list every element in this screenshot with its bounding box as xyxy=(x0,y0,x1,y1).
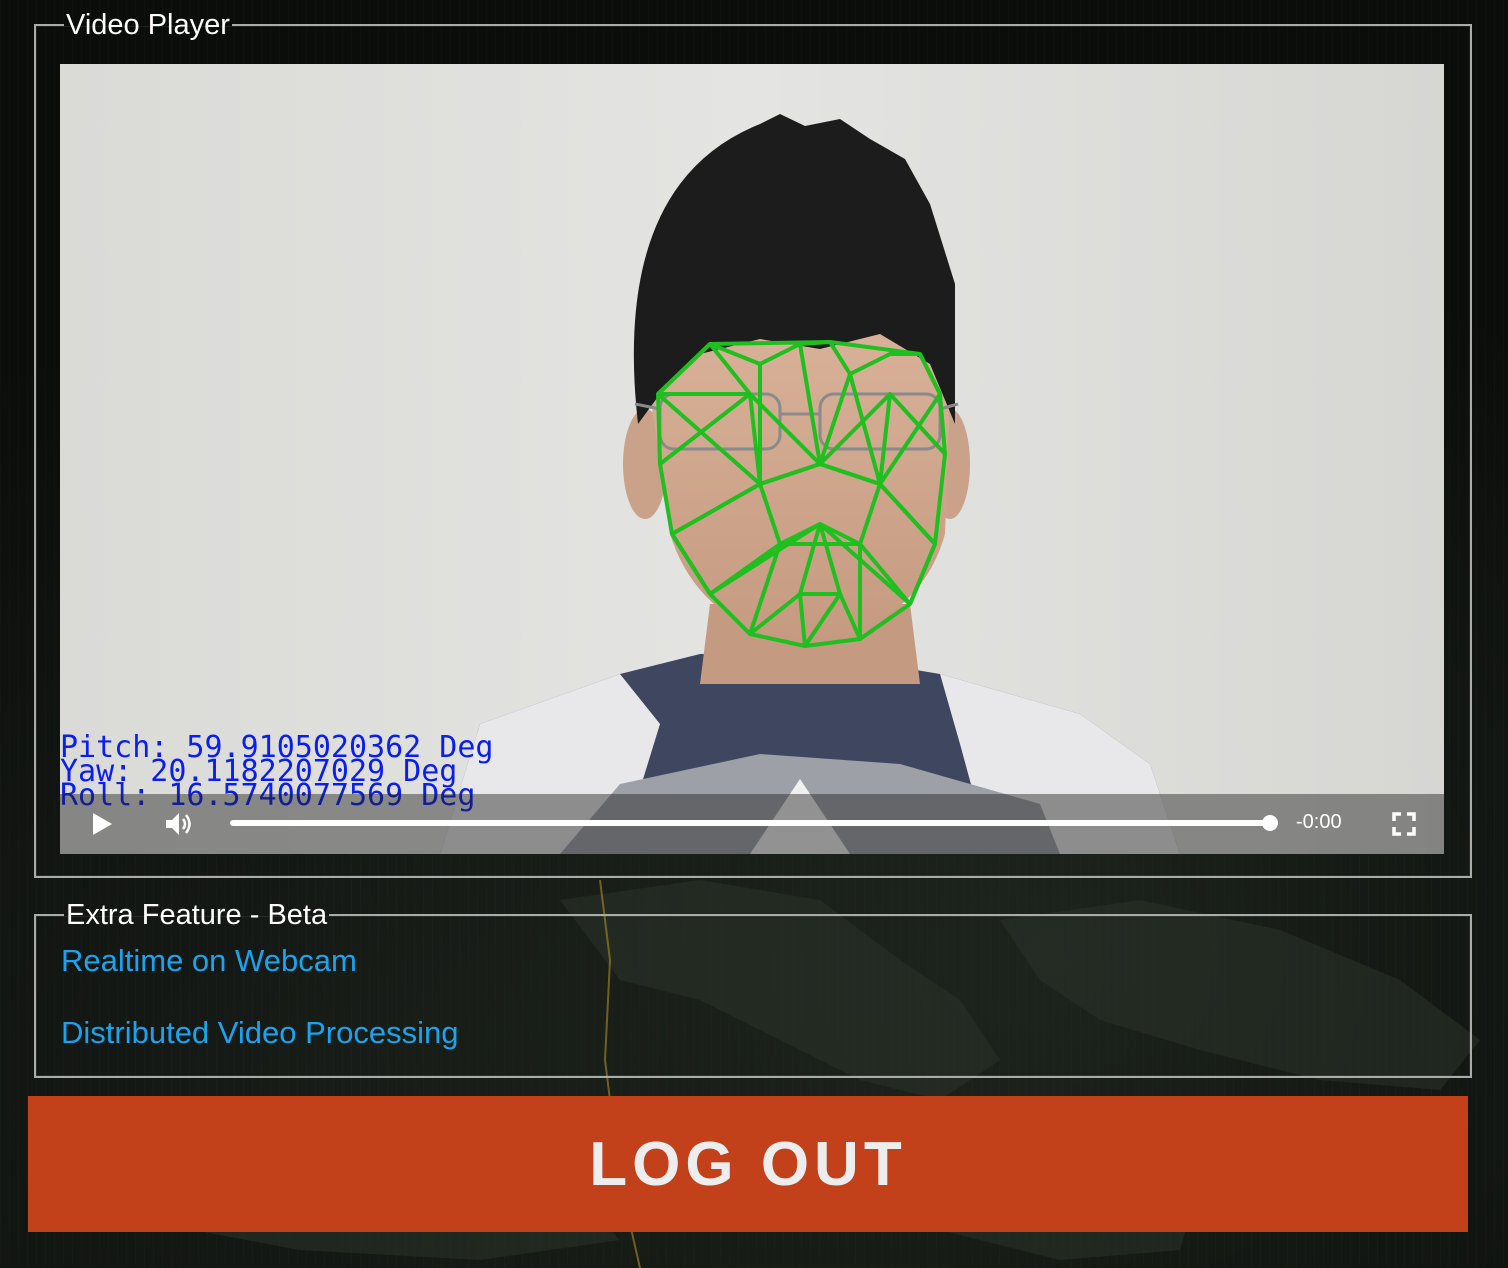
realtime-webcam-link[interactable]: Realtime on Webcam xyxy=(61,943,357,979)
play-icon xyxy=(93,813,112,835)
volume-button[interactable] xyxy=(164,808,196,840)
volume-icon xyxy=(166,813,191,835)
video-player-legend: Video Player xyxy=(66,9,230,41)
progress-bar[interactable] xyxy=(230,815,1278,831)
video-controls: -0:00 xyxy=(60,794,1444,854)
distributed-video-processing-link[interactable]: Distributed Video Processing xyxy=(61,1015,458,1051)
progress-thumb[interactable] xyxy=(1262,815,1278,831)
extra-feature-panel: Extra Feature - Beta xyxy=(34,900,1472,1078)
video-player[interactable]: Pitch: 59.9105020362 Deg Yaw: 20.1182207… xyxy=(60,64,1444,854)
fullscreen-button[interactable] xyxy=(1388,808,1420,840)
logout-button[interactable]: LOG OUT xyxy=(28,1096,1468,1232)
fullscreen-icon xyxy=(1392,812,1416,836)
extra-feature-legend: Extra Feature - Beta xyxy=(66,899,328,931)
play-button[interactable] xyxy=(86,808,118,840)
time-remaining: -0:00 xyxy=(1296,811,1342,833)
